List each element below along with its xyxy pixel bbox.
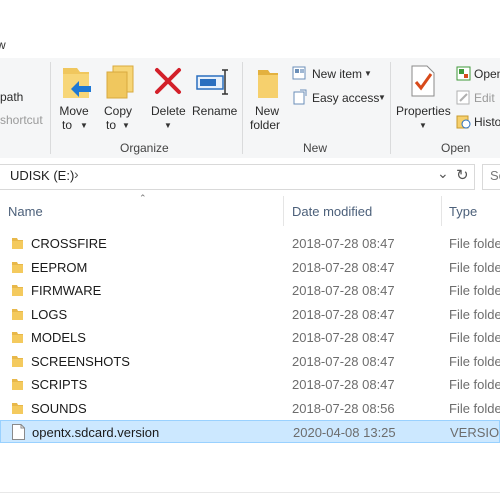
- search-placeholder: Se: [490, 168, 500, 183]
- file-date: 2018-07-28 08:56: [292, 400, 395, 416]
- folder-icon: [12, 285, 23, 296]
- file-type: File folde: [449, 353, 500, 369]
- file-type: File folde: [449, 236, 500, 251]
- file-date: 2018-07-28 08:47: [292, 377, 395, 392]
- file-row[interactable]: SCRIPTS 2018-07-28 08:47 File folde: [0, 373, 500, 396]
- file-type: File folde: [449, 330, 500, 345]
- ribbon-separator: [50, 62, 51, 154]
- column-header-name[interactable]: Name: [8, 204, 43, 219]
- chevron-down-icon: ▼: [80, 121, 88, 130]
- chevron-down-icon: ▼: [419, 121, 427, 130]
- group-label-open: Open: [441, 141, 471, 155]
- column-header-type[interactable]: Type: [449, 204, 477, 219]
- properties-icon: [411, 65, 435, 97]
- group-label-organize: Organize: [120, 141, 169, 155]
- file-name: CROSSFIRE: [31, 236, 107, 251]
- folder-icon: [12, 261, 23, 273]
- file-row[interactable]: MODELS 2018-07-28 08:47 File folde: [0, 326, 500, 349]
- file-row[interactable]: EEPROM 2018-07-28 08:47 File folde: [0, 256, 500, 279]
- chevron-down-icon: ▼: [164, 121, 172, 130]
- rename-icon: [196, 69, 228, 95]
- copy-path-button[interactable]: path: [0, 90, 23, 104]
- new-item-icon: [292, 66, 306, 80]
- rename-button[interactable]: Rename: [190, 62, 237, 134]
- delete-button[interactable]: Delete ▼: [150, 62, 188, 134]
- file-row[interactable]: SCREENSHOTS 2018-07-28 08:47 File folde: [0, 350, 500, 373]
- folder-icon: [12, 379, 23, 390]
- status-divider: [0, 492, 500, 493]
- file-row[interactable]: LOGS 2018-07-28 08:47 File folde: [0, 303, 500, 326]
- new-folder-icon: [258, 70, 278, 98]
- paste-shortcut-button[interactable]: shortcut: [0, 113, 43, 127]
- file-date: 2018-07-28 08:47: [292, 283, 395, 298]
- file-date: 2018-07-28 08:47: [292, 306, 395, 322]
- file-row-selected[interactable]: opentx.sdcard.version 2020-04-08 13:25 V…: [0, 420, 500, 443]
- breadcrumb[interactable]: UDISK (E:): [10, 168, 74, 183]
- ribbon-separator: [242, 62, 243, 154]
- file-name: SOUNDS: [31, 400, 87, 416]
- folder-icon: [12, 238, 23, 249]
- folder-icon: [12, 332, 23, 343]
- history-icon: [456, 115, 471, 129]
- history-button[interactable]: Histo: [456, 113, 500, 131]
- file-name: MODELS: [31, 330, 86, 345]
- file-date: 2018-07-28 08:47: [292, 259, 395, 275]
- refresh-icon[interactable]: ↻: [456, 166, 469, 184]
- new-item-button[interactable]: New item ▼: [292, 65, 372, 83]
- file-date: 2020-04-08 13:25: [293, 425, 396, 440]
- column-divider[interactable]: [441, 196, 442, 226]
- file-type: VERSION: [450, 425, 500, 440]
- file-type: File folde: [449, 400, 500, 416]
- file-type: File folde: [449, 283, 500, 298]
- easy-access-icon: [293, 89, 307, 105]
- column-header-date-modified[interactable]: Date modified: [292, 204, 372, 219]
- file-date: 2018-07-28 08:47: [292, 236, 395, 251]
- edit-button[interactable]: Edit: [456, 89, 500, 107]
- sort-ascending-icon: ⌃: [139, 193, 147, 203]
- file-row[interactable]: SOUNDS 2018-07-28 08:56 File folde: [0, 397, 500, 420]
- folder-icon: [12, 355, 23, 367]
- chevron-down-icon: ▼: [364, 69, 372, 78]
- address-history-chevron-down-icon[interactable]: ⌄: [437, 165, 449, 182]
- file-type: File folde: [449, 377, 500, 392]
- file-row[interactable]: FIRMWARE 2018-07-28 08:47 File folde: [0, 279, 500, 302]
- file-row[interactable]: CROSSFIRE 2018-07-28 08:47 File folde: [0, 232, 500, 255]
- easy-access-button[interactable]: Easy access ▼: [292, 89, 387, 107]
- column-divider[interactable]: [283, 196, 284, 226]
- group-label-new: New: [303, 141, 328, 155]
- open-icon: [456, 66, 471, 81]
- file-icon: [12, 424, 25, 440]
- open-button[interactable]: Open: [456, 65, 500, 83]
- copy-to-icon: [106, 65, 134, 99]
- move-to-icon: [63, 68, 91, 98]
- tab-view[interactable]: w: [0, 38, 6, 52]
- copy-to-button[interactable]: Copy to ▼: [102, 62, 142, 134]
- chevron-right-icon[interactable]: ›: [74, 166, 79, 182]
- ribbon-separator: [390, 62, 391, 154]
- edit-icon: [456, 90, 470, 105]
- folder-icon: [12, 308, 23, 320]
- ribbon-tab-strip: [0, 0, 500, 58]
- properties-button[interactable]: Properties ▼: [395, 62, 451, 134]
- move-to-button[interactable]: Move to ▼: [58, 62, 98, 134]
- file-name: EEPROM: [31, 259, 88, 275]
- file-name: SCREENSHOTS: [31, 353, 130, 369]
- file-type: File folde: [449, 306, 500, 322]
- delete-icon: [155, 68, 181, 94]
- new-folder-button[interactable]: New folder: [248, 62, 288, 134]
- file-name: SCRIPTS: [31, 377, 88, 392]
- file-date: 2018-07-28 08:47: [292, 330, 395, 345]
- chevron-down-icon: ▼: [378, 93, 386, 102]
- folder-icon: [12, 402, 23, 414]
- file-name: opentx.sdcard.version: [32, 425, 160, 440]
- chevron-down-icon: ▼: [122, 121, 130, 130]
- file-name: LOGS: [31, 306, 68, 322]
- file-type: File folde: [449, 259, 500, 275]
- file-name: FIRMWARE: [31, 283, 102, 298]
- file-date: 2018-07-28 08:47: [292, 353, 395, 369]
